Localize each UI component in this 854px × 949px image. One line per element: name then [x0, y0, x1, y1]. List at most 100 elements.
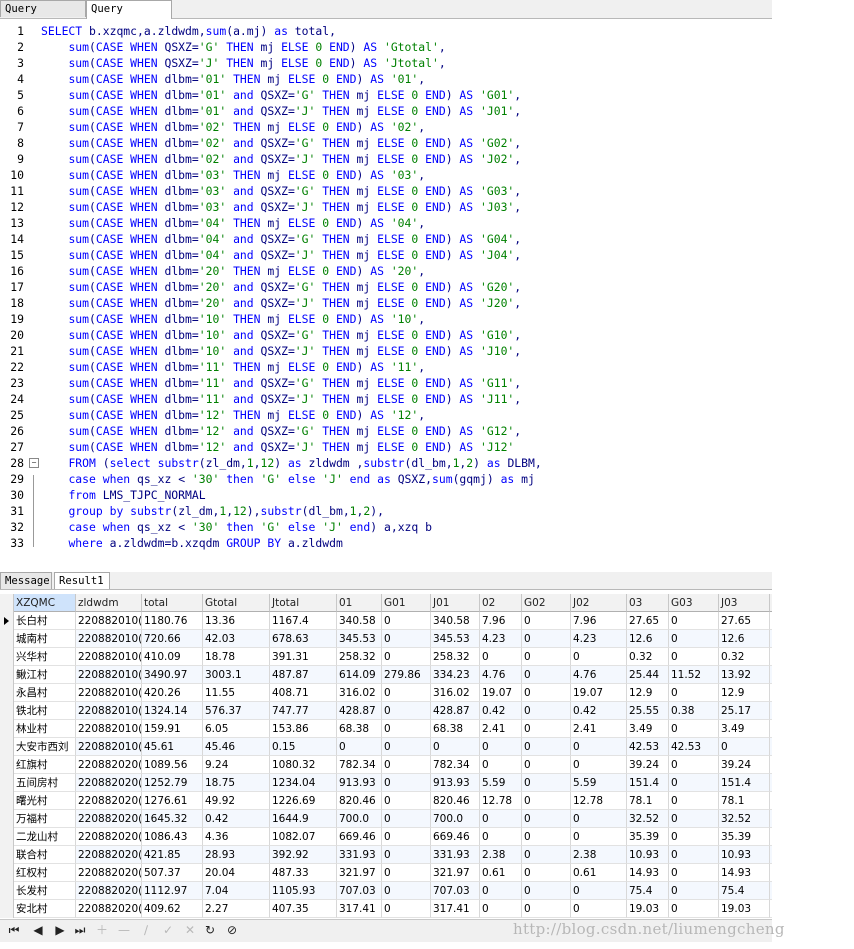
table-cell[interactable]: 0 — [669, 828, 719, 846]
sql-line[interactable]: 16 sum(CASE WHEN dlbm='20' THEN mj ELSE … — [0, 263, 772, 279]
table-cell[interactable]: 35.39 — [627, 828, 669, 846]
table-cell[interactable]: 258.32 — [337, 648, 382, 666]
table-cell[interactable]: 75.4 — [719, 882, 770, 900]
row-indicator[interactable] — [0, 756, 14, 774]
table-cell[interactable]: 1167.4 — [270, 612, 337, 630]
sql-line[interactable]: 29 case when qs_xz < '30' then 'G' else … — [0, 471, 772, 487]
table-cell[interactable]: 820.46 — [337, 792, 382, 810]
fold-toggle-icon[interactable]: − — [29, 458, 39, 468]
sql-line[interactable]: 24 sum(CASE WHEN dlbm='11' and QSXZ='J' … — [0, 391, 772, 407]
table-cell[interactable]: 10 — [770, 648, 772, 666]
table-cell[interactable]: 220882010( — [76, 702, 142, 720]
table-cell[interactable]: 707.03 — [431, 882, 480, 900]
sql-line[interactable]: 31 group by substr(zl_dm,1,12),substr(dl… — [0, 503, 772, 519]
table-row[interactable]: 林业村 220882010(159.91 6.05 153.86 68.38 0 68.38… — [0, 720, 772, 738]
sql-line[interactable]: 30 from LMS_TJPC_NORMAL — [0, 487, 772, 503]
row-indicator[interactable] — [0, 720, 14, 738]
table-cell[interactable]: 21 — [770, 882, 772, 900]
sql-line[interactable]: 10 sum(CASE WHEN dlbm='03' THEN mj ELSE … — [0, 167, 772, 183]
table-cell[interactable]: 32.52 — [719, 810, 770, 828]
table-cell[interactable]: 0 — [770, 846, 772, 864]
table-cell[interactable]: 420.26 — [142, 684, 203, 702]
table-cell[interactable]: 0 — [522, 612, 571, 630]
table-cell[interactable]: 0 — [337, 738, 382, 756]
table-row[interactable]: 曙光村 220882020(1276.61 49.92 1226.69 820.46 0 8… — [0, 792, 772, 810]
table-cell[interactable]: 万福村 — [14, 810, 76, 828]
table-cell[interactable]: 0.32 — [627, 648, 669, 666]
table-cell[interactable]: 1644.9 — [270, 810, 337, 828]
row-indicator[interactable] — [0, 648, 14, 666]
table-cell[interactable]: 0.61 — [571, 864, 627, 882]
row-indicator[interactable] — [0, 828, 14, 846]
sql-editor[interactable]: 1 SELECT b.xzqmc,a.zldwdm,sum(a.mj) as to… — [0, 20, 772, 568]
table-cell[interactable]: 4.23 — [571, 630, 627, 648]
post-edit-icon[interactable]: ✓ — [160, 922, 176, 938]
table-cell[interactable]: 428.87 — [431, 702, 480, 720]
table-cell[interactable]: 联合村 — [14, 846, 76, 864]
row-indicator[interactable] — [0, 666, 14, 684]
table-cell[interactable]: 409.62 — [142, 900, 203, 918]
table-cell[interactable]: 五间房村 — [14, 774, 76, 792]
table-cell[interactable]: 0 — [382, 792, 431, 810]
table-cell[interactable]: 28 — [770, 774, 772, 792]
tab-result1[interactable]: Result1 — [54, 572, 110, 589]
column-header[interactable]: 02 — [480, 594, 522, 612]
table-cell[interactable]: 9.24 — [203, 756, 270, 774]
table-cell[interactable]: 316.02 — [431, 684, 480, 702]
table-cell[interactable]: 0 — [382, 864, 431, 882]
table-cell[interactable]: 220882010( — [76, 648, 142, 666]
table-cell[interactable]: 75.4 — [627, 882, 669, 900]
table-cell[interactable]: 1112.97 — [142, 882, 203, 900]
table-cell[interactable]: 27.65 — [719, 612, 770, 630]
table-cell[interactable]: 0.38 — [669, 702, 719, 720]
table-cell[interactable]: 0 — [522, 666, 571, 684]
table-cell[interactable]: 13.36 — [203, 612, 270, 630]
table-cell[interactable]: 二龙山村 — [14, 828, 76, 846]
sql-line[interactable]: 27 sum(CASE WHEN dlbm='12' and QSXZ='J' … — [0, 439, 772, 455]
table-cell[interactable]: 25.17 — [719, 702, 770, 720]
table-cell[interactable]: 4.76 — [571, 666, 627, 684]
table-cell[interactable]: 0 — [669, 846, 719, 864]
table-cell[interactable]: 0 — [571, 828, 627, 846]
table-cell[interactable]: 0 — [382, 684, 431, 702]
table-cell[interactable]: 421.85 — [142, 846, 203, 864]
table-row[interactable]: 长白村 220882010(1180.76 13.36 1167.4 340.58 0 34… — [0, 612, 772, 630]
sql-line[interactable]: 20 sum(CASE WHEN dlbm='10' and QSXZ='G' … — [0, 327, 772, 343]
table-cell[interactable]: 14.93 — [627, 864, 669, 882]
table-cell[interactable]: 6.05 — [203, 720, 270, 738]
table-row[interactable]: 联合村 220882020(421.85 28.93 392.92 331.93 0 331… — [0, 846, 772, 864]
tab-query-editor[interactable]: Query Editor — [86, 0, 172, 32]
table-cell[interactable]: 0 — [719, 738, 770, 756]
table-cell[interactable]: 0 — [382, 810, 431, 828]
row-indicator[interactable] — [0, 792, 14, 810]
sql-line[interactable]: 22 sum(CASE WHEN dlbm='11' THEN mj ELSE … — [0, 359, 772, 375]
table-cell[interactable]: 45.61 — [142, 738, 203, 756]
table-row[interactable]: 永昌村 220882010(420.26 11.55 408.71 316.02 0 316… — [0, 684, 772, 702]
table-cell[interactable]: 78.1 — [719, 792, 770, 810]
table-cell[interactable]: 0 — [669, 792, 719, 810]
table-cell[interactable]: 12.78 — [571, 792, 627, 810]
table-cell[interactable]: 0 — [480, 900, 522, 918]
table-cell[interactable]: 39.24 — [719, 756, 770, 774]
table-cell[interactable]: 4.23 — [480, 630, 522, 648]
table-cell[interactable]: 410.09 — [142, 648, 203, 666]
last-record-icon[interactable]: ⏭ — [72, 922, 88, 938]
table-cell[interactable]: 2.41 — [480, 720, 522, 738]
table-cell[interactable]: 2.38 — [480, 846, 522, 864]
table-cell[interactable]: 33 — [770, 810, 772, 828]
table-cell[interactable]: 345.53 — [337, 630, 382, 648]
sql-line[interactable]: 17 sum(CASE WHEN dlbm='20' and QSXZ='G' … — [0, 279, 772, 295]
table-cell[interactable]: 0 — [382, 738, 431, 756]
table-cell[interactable]: 316.02 — [337, 684, 382, 702]
first-record-icon[interactable]: ⏮ — [6, 922, 22, 938]
table-cell[interactable]: 747.77 — [270, 702, 337, 720]
table-cell[interactable]: 220882010( — [76, 630, 142, 648]
table-cell[interactable]: 大安市西刘 — [14, 738, 76, 756]
sql-line[interactable]: 2 sum(CASE WHEN QSXZ='G' THEN mj ELSE 0 … — [0, 39, 772, 55]
sql-line[interactable]: 33 where a.zldwdm=b.xzqdm GROUP BY a.zld… — [0, 535, 772, 551]
table-cell[interactable]: 24 — [770, 666, 772, 684]
table-cell[interactable]: 0 — [480, 738, 522, 756]
sql-line[interactable]: 26 sum(CASE WHEN dlbm='12' and QSXZ='G' … — [0, 423, 772, 439]
table-cell[interactable]: 220882010( — [76, 612, 142, 630]
table-cell[interactable]: 678.63 — [270, 630, 337, 648]
